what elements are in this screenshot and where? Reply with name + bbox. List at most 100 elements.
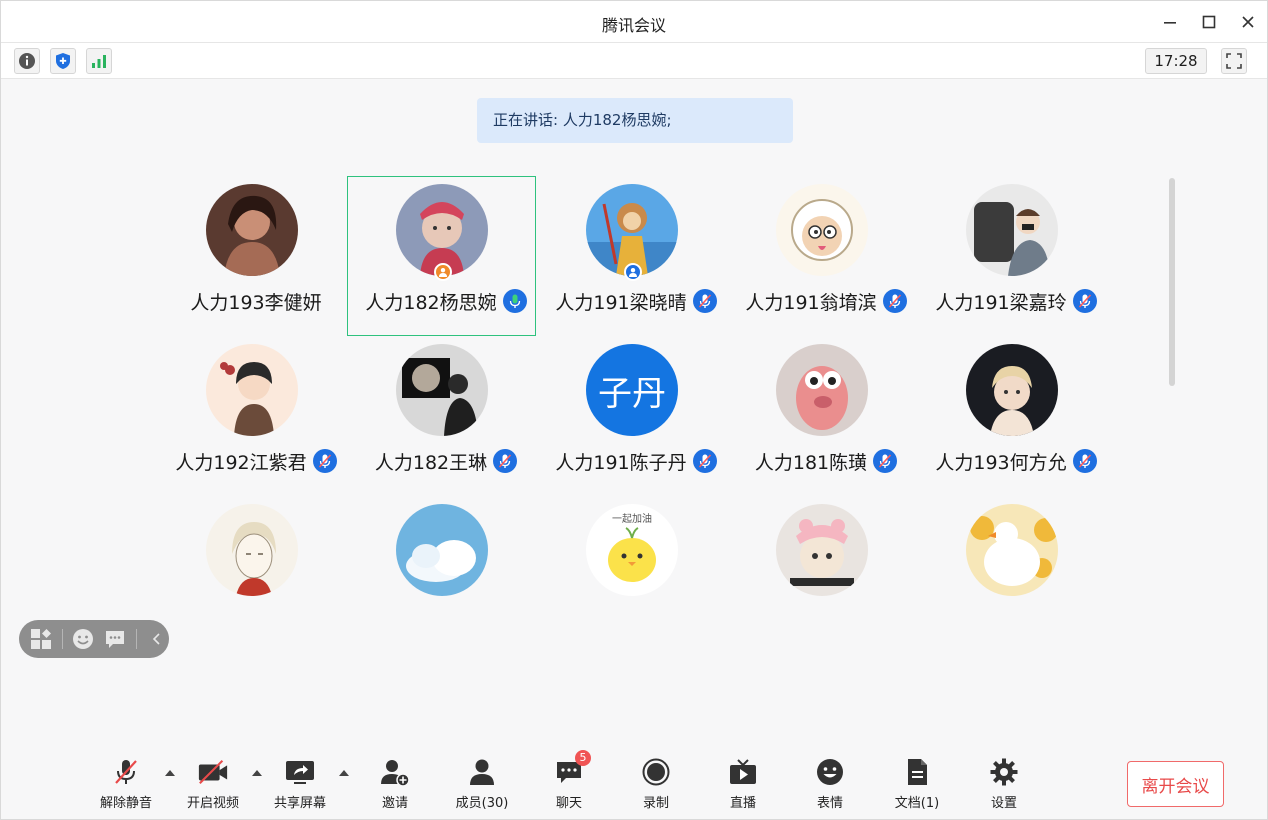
record-icon: [642, 758, 670, 786]
invite-label: 邀请: [381, 796, 408, 811]
security-button[interactable]: [50, 48, 76, 74]
leave-meeting-button[interactable]: 离开会议: [1127, 761, 1224, 807]
fullscreen-icon: [1226, 53, 1242, 69]
user-icon: [629, 268, 637, 277]
mic-muted-icon: [1072, 289, 1097, 313]
live-tv-icon: [730, 759, 756, 784]
participant-name-row: 人力191梁晓晴: [541, 286, 731, 316]
unmute-button[interactable]: 解除静音: [86, 756, 166, 816]
cohost-badge: [624, 263, 642, 281]
participant-name-row: 人力193李健妍: [161, 286, 351, 316]
smile-icon: [72, 629, 93, 649]
docs-label: 文档(1): [894, 796, 940, 811]
participant-avatar: [776, 184, 868, 276]
record-label: 录制: [642, 796, 669, 811]
maximize-button[interactable]: [1198, 11, 1220, 33]
collapse-button[interactable]: [144, 626, 169, 652]
participant-avatar: [966, 344, 1058, 436]
participant-avatar: [966, 184, 1058, 276]
unmute-label: 解除静音: [99, 796, 152, 811]
add-user-icon: [381, 760, 410, 787]
share-options-caret[interactable]: [337, 768, 351, 778]
participant-avatar: 子丹: [586, 344, 678, 436]
participant-avatar: [776, 504, 868, 596]
chat-button[interactable]: 5 聊天: [529, 750, 609, 816]
docs-button[interactable]: 文档(1): [877, 756, 957, 816]
emoji-icon: [817, 759, 843, 785]
start-video-button[interactable]: 开启视频: [173, 756, 253, 816]
participant-name: 人力193李健妍: [190, 291, 322, 314]
grid-scrollbar[interactable]: [1169, 178, 1175, 386]
message-icon: [106, 631, 125, 648]
camera-off-icon: [198, 759, 228, 785]
start-video-label: 开启视频: [186, 796, 239, 811]
participant-tile[interactable]: [731, 496, 921, 656]
floating-view-bar: [19, 620, 169, 658]
info-icon: [19, 53, 35, 69]
host-badge: [434, 263, 452, 281]
close-button[interactable]: [1237, 11, 1259, 33]
participant-tile[interactable]: [351, 496, 541, 656]
participant-avatar: 一起加油: [586, 504, 678, 596]
share-screen-label: 共享屏幕: [273, 796, 326, 811]
settings-button[interactable]: 设置: [964, 756, 1044, 816]
participant-name: 人力191梁嘉玲: [935, 291, 1067, 314]
chevron-left-icon: [152, 633, 160, 645]
settings-label: 设置: [990, 796, 1017, 811]
reaction-button[interactable]: [70, 626, 95, 652]
participant-avatar: [396, 344, 488, 436]
participant-tile[interactable]: 人力193何方允: [921, 336, 1111, 496]
invite-button[interactable]: 邀请: [355, 756, 435, 816]
bullet-chat-button[interactable]: [103, 626, 128, 652]
bottom-control-bar: 解除静音 开启视频 共享屏幕 邀请 成员(30) 5 聊天 录制 直播 表情 文…: [1, 746, 1267, 820]
participant-name-row: 人力191陈子丹: [541, 446, 731, 476]
speaking-indicator: 正在讲话: 人力182杨思婉;: [477, 98, 793, 143]
record-button[interactable]: 录制: [616, 756, 696, 816]
members-label: 成员(30): [455, 796, 509, 811]
participant-tile[interactable]: 一起加油: [541, 496, 731, 656]
window-title: 腾讯会议: [601, 16, 666, 35]
participant-tile[interactable]: [161, 496, 351, 656]
fullscreen-button[interactable]: [1221, 48, 1247, 74]
meeting-toolbar: 17:28: [1, 43, 1267, 79]
participant-name: 人力191陈子丹: [555, 451, 687, 474]
network-button[interactable]: [86, 48, 112, 74]
minimize-button[interactable]: [1159, 11, 1181, 33]
meeting-clock: 17:28: [1145, 48, 1207, 74]
participant-tile[interactable]: 人力191梁晓晴: [541, 176, 731, 336]
mic-muted-icon: [1072, 449, 1097, 473]
participant-tile[interactable]: 人力191翁堉滨: [731, 176, 921, 336]
participant-tile[interactable]: 人力181陈璜: [731, 336, 921, 496]
participant-tile[interactable]: 人力193李健妍: [161, 176, 351, 336]
mic-muted-icon: [692, 449, 717, 473]
live-button[interactable]: 直播: [703, 756, 783, 816]
emoji-label: 表情: [816, 796, 843, 811]
participant-name: 人力191梁晓晴: [555, 291, 687, 314]
floatbar-divider: [61, 629, 63, 649]
chat-label: 聊天: [555, 796, 582, 811]
participant-tile[interactable]: 人力182王琳: [351, 336, 541, 496]
live-label: 直播: [729, 796, 756, 811]
participant-name-row: 人力182王琳: [351, 446, 541, 476]
mic-muted-icon: [692, 289, 717, 313]
members-button[interactable]: 成员(30): [442, 756, 522, 816]
participant-avatar: [966, 504, 1058, 596]
layout-button[interactable]: [29, 626, 54, 652]
participant-name: 人力192江紫君: [175, 451, 307, 474]
avatar-caption: 一起加油: [612, 514, 652, 525]
participant-tile[interactable]: 人力182杨思婉: [347, 176, 541, 336]
participant-tile[interactable]: 子丹人力191陈子丹: [541, 336, 731, 496]
participant-tile[interactable]: 人力191梁嘉玲: [921, 176, 1111, 336]
info-button[interactable]: [14, 48, 40, 74]
emoji-button[interactable]: 表情: [790, 756, 870, 816]
participant-tile[interactable]: 人力192江紫君: [161, 336, 351, 496]
participant-tile[interactable]: [921, 496, 1111, 656]
signal-icon: [92, 55, 106, 68]
participant-name-row: 人力193何方允: [921, 446, 1111, 476]
maximize-icon: [1202, 15, 1216, 29]
document-icon: [908, 759, 927, 785]
mic-speaking-icon: [502, 289, 527, 313]
share-screen-button[interactable]: 共享屏幕: [260, 756, 340, 816]
participant-avatar: [206, 344, 298, 436]
gear-icon: [990, 758, 1018, 786]
